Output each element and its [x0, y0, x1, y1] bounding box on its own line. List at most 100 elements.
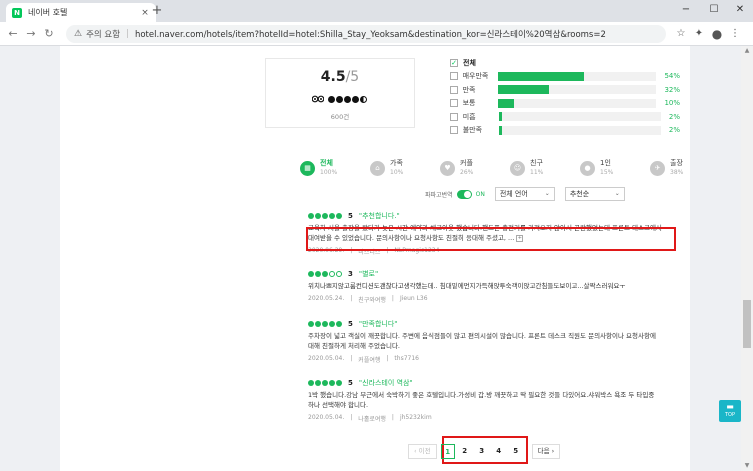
review-bubble: [308, 380, 314, 386]
distribution-bar: [498, 71, 657, 81]
review-bubble: [329, 321, 335, 327]
pagination: ‹ 이전 1 2 3 4 5 다음 ›: [408, 444, 568, 459]
business-icon: ✈: [650, 160, 665, 176]
distribution-bar-fill: [498, 98, 514, 108]
review-filters: 파파고번역 ON 전체 언어 ⌄ 추천순 ⌄: [312, 186, 672, 202]
address-toolbar: ← → ↻ ⚠ 주의 요함 | hotel.naver.com/hotels/i…: [0, 22, 753, 46]
page-4-button[interactable]: 4: [492, 444, 506, 459]
review-bubble: [329, 213, 335, 219]
checkbox[interactable]: [450, 85, 458, 94]
review-count: 600건: [330, 113, 350, 121]
back-button[interactable]: ←: [6, 26, 20, 42]
scroll-top-button[interactable]: ▬ TOP: [719, 400, 741, 422]
review-meta: 2020.05.04. | 나홀로여행 | jh5232kim: [308, 414, 678, 423]
page-2-button[interactable]: 2: [458, 444, 472, 459]
review-bubble: [322, 380, 328, 386]
review-bubble: [336, 271, 342, 277]
tab-percent: 15%: [600, 169, 614, 176]
prev-page-button[interactable]: ‹ 이전: [408, 444, 437, 459]
profile-icon[interactable]: ●: [710, 26, 724, 42]
distribution-label: 매우만족: [462, 72, 489, 81]
review-score: 5: [348, 212, 353, 220]
bed-icon: ▬: [726, 402, 734, 411]
tab-close-icon[interactable]: ×: [140, 8, 150, 18]
checkbox[interactable]: [450, 112, 458, 121]
forward-button[interactable]: →: [24, 26, 38, 42]
distribution-percent: 2%: [668, 126, 680, 135]
tab-percent: 100%: [320, 169, 338, 176]
reload-button[interactable]: ↻: [42, 26, 56, 42]
review-date: 2020.05.04.: [308, 355, 345, 362]
maximize-button[interactable]: ☐: [705, 2, 723, 18]
distribution-row[interactable]: 만족 32%: [450, 83, 680, 97]
tab-text: 1인 15%: [600, 159, 613, 177]
checkbox[interactable]: [450, 99, 458, 108]
chevron-down-icon: ⌄: [544, 190, 550, 197]
distribution-label: 보통: [462, 99, 476, 108]
review-item: 5 "만족합니다" 주차장이 넓고 객실이 깨끗합니다. 주변에 음식점들이 많고 …: [308, 319, 678, 364]
score-value: 4.5: [320, 69, 346, 85]
rating-bubble: [336, 95, 343, 103]
overall-rating-box: 4.5/5 600건: [265, 58, 415, 128]
extensions-icon[interactable]: ✦: [692, 26, 706, 42]
distribution-row[interactable]: ✓ 전체: [450, 56, 680, 70]
tab-solo[interactable]: ● 1인 15%: [580, 155, 635, 181]
review-text: 위치나쁘지않고룸컨디션도괜찮다고생각했는데.. 침대밑에먼지가득해앉투숙객이앉고…: [308, 282, 626, 290]
translate-label: 파파고번역: [425, 191, 453, 199]
tab-text: 출장 38%: [670, 159, 683, 177]
review-score: 5: [348, 320, 353, 328]
close-window-button[interactable]: ✕: [731, 2, 749, 18]
menu-icon[interactable]: ⋮: [728, 26, 742, 42]
page-1-button[interactable]: 1: [440, 444, 455, 459]
review-item: 5 "신라스테이 역삼" 1박 했습니다.강남 부근에서 숙박하기 좋은 호텔입니다…: [308, 378, 678, 423]
page-scrollbar[interactable]: ▲ ▼: [741, 46, 753, 471]
review-meta: 2020.06.29. | 비즈니스 | NLPmagic1234: [308, 247, 678, 256]
review-body: 위치나쁘지않고룸컨디션도괜찮다고생각했는데.. 침대밑에먼지가득해앉투숙객이앉고…: [308, 281, 668, 291]
distribution-bar: [498, 98, 657, 108]
toggle-state: ON: [475, 190, 485, 198]
tab-label: 출장: [670, 159, 683, 167]
language-select[interactable]: 전체 언어 ⌄: [494, 187, 555, 201]
friends-icon: ☺: [510, 160, 525, 176]
sort-select[interactable]: 추천순 ⌄: [564, 187, 625, 201]
next-page-button[interactable]: 다음 ›: [531, 444, 561, 459]
scroll-down-icon[interactable]: ▼: [741, 461, 753, 471]
review-title: "신라스테이 역삼": [358, 379, 413, 387]
tab-family[interactable]: ⌂ 가족 10%: [370, 155, 425, 181]
distribution-percent: 32%: [664, 85, 681, 94]
tab-text: 전체 100%: [320, 159, 337, 177]
distribution-row[interactable]: 매우만족 54%: [450, 70, 680, 84]
rating-bubble-half: [360, 95, 367, 103]
distribution-row[interactable]: 불만족 2%: [450, 124, 680, 138]
language-value: 전체 언어: [499, 190, 528, 198]
tab-friends[interactable]: ☺ 친구 11%: [510, 155, 565, 181]
review-title: "추천합니다.": [358, 212, 400, 220]
new-tab-button[interactable]: +: [150, 4, 164, 18]
star-icon[interactable]: ☆: [674, 26, 688, 42]
browser-tab[interactable]: N 네이버 호텔 ×: [6, 3, 156, 22]
scroll-up-icon[interactable]: ▲: [741, 46, 753, 56]
translate-toggle[interactable]: [456, 189, 472, 199]
distribution-bar-fill: [498, 85, 549, 95]
tab-business[interactable]: ✈ 출장 38%: [650, 155, 705, 181]
distribution-row[interactable]: 보통 10%: [450, 97, 680, 111]
sort-value: 추천순: [569, 190, 590, 198]
checkbox[interactable]: ✓: [450, 58, 458, 67]
checkbox[interactable]: [450, 126, 458, 135]
page-3-button[interactable]: 3: [475, 444, 489, 459]
expand-review-icon[interactable]: +: [516, 234, 524, 242]
tab-heart[interactable]: ♥ 커플 26%: [440, 155, 495, 181]
review-bubble: [336, 213, 342, 219]
rating-bubble: [352, 95, 359, 103]
minimize-button[interactable]: −: [677, 2, 695, 18]
tab-percent: 26%: [460, 169, 474, 176]
checkbox[interactable]: [450, 72, 458, 81]
review-bubble: [322, 271, 328, 277]
meta-divider: |: [350, 355, 353, 362]
distribution-row[interactable]: 미흡 2%: [450, 110, 680, 124]
url-bar[interactable]: ⚠ 주의 요함 | hotel.naver.com/hotels/item?ho…: [66, 25, 666, 43]
scrollbar-thumb[interactable]: [743, 300, 751, 348]
tab-grid[interactable]: ▦ 전체 100%: [300, 155, 355, 181]
review-author: ths7716: [394, 355, 419, 362]
page-5-button[interactable]: 5: [509, 444, 523, 459]
